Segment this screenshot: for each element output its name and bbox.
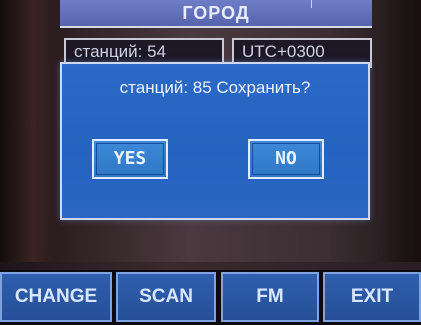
screen-bezel-right <box>381 0 421 270</box>
change-softkey[interactable]: CHANGE <box>0 272 112 322</box>
exit-softkey[interactable]: EXIT <box>323 272 421 322</box>
bottom-divider <box>0 262 421 270</box>
scan-softkey[interactable]: SCAN <box>116 272 216 322</box>
yes-button[interactable]: YES <box>92 139 168 179</box>
fm-softkey[interactable]: FM <box>221 272 319 322</box>
page-title: ГОРОД <box>60 0 372 28</box>
title-divider <box>311 0 312 8</box>
dialog-message: станций: 85 Сохранить? <box>119 78 311 97</box>
no-button[interactable]: NO <box>248 139 324 179</box>
screen-bezel-left <box>0 0 56 270</box>
device-screen: ГОРОД станций: 54 UTC+0300 станций: 85 С… <box>0 0 421 325</box>
save-confirm-dialog: станций: 85 Сохранить? YES NO <box>60 62 370 220</box>
